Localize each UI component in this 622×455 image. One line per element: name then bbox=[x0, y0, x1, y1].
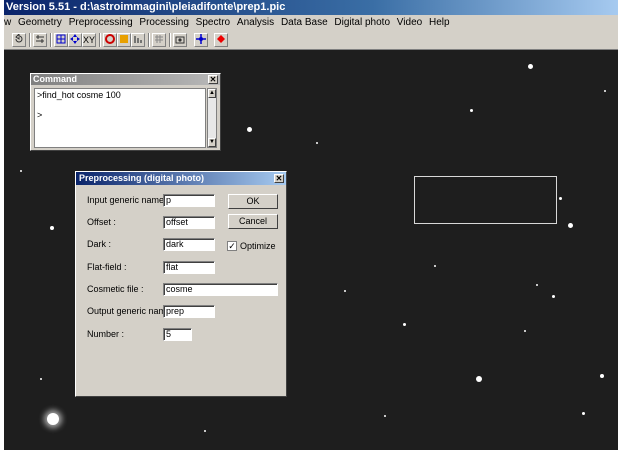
toolbar-separator bbox=[29, 33, 31, 47]
toolbar: XY bbox=[4, 30, 618, 50]
toolbar-separator bbox=[50, 33, 52, 47]
cosmetic-file-label: Cosmetic file : bbox=[87, 284, 144, 294]
star bbox=[247, 127, 252, 132]
menu-item-analysis[interactable]: Analysis bbox=[237, 15, 278, 30]
optimize-checkbox[interactable]: ✓ bbox=[227, 241, 237, 251]
command-window-titlebar[interactable]: Command ✕ bbox=[31, 74, 220, 85]
number-field[interactable]: 5 bbox=[163, 328, 192, 341]
star bbox=[384, 415, 386, 417]
menu-item-geometry[interactable]: Geometry bbox=[18, 15, 66, 30]
dialog-titlebar[interactable]: Preprocessing (digital photo) ✕ bbox=[76, 172, 286, 185]
star bbox=[470, 109, 473, 112]
menu-item-processing[interactable]: Processing bbox=[139, 15, 192, 30]
histogram-icon[interactable] bbox=[131, 33, 145, 47]
camera-icon[interactable] bbox=[173, 33, 187, 47]
menu-item-preprocessing[interactable]: Preprocessing bbox=[69, 15, 137, 30]
square-icon[interactable] bbox=[117, 33, 131, 47]
xy-icon[interactable]: XY bbox=[82, 33, 96, 47]
scroll-down-icon[interactable]: ▼ bbox=[208, 138, 216, 147]
output-generic-name-field[interactable]: prep bbox=[163, 305, 215, 318]
menu-item-digital-photo[interactable]: Digital photo bbox=[334, 15, 394, 30]
star bbox=[552, 295, 555, 298]
star bbox=[50, 226, 54, 230]
window-title: Version 5.51 - d:\astroimmagini\pleiadif… bbox=[4, 0, 618, 15]
offset-label: Offset : bbox=[87, 217, 116, 227]
crosshair-icon[interactable] bbox=[194, 33, 208, 47]
star bbox=[524, 330, 526, 332]
star bbox=[568, 223, 573, 228]
scroll-up-icon[interactable]: ▲ bbox=[208, 89, 216, 98]
undo-icon[interactable] bbox=[12, 32, 26, 47]
menu-item-database[interactable]: Data Base bbox=[281, 15, 332, 30]
cosmetic-file-field[interactable]: cosme bbox=[163, 283, 278, 296]
record-icon[interactable] bbox=[214, 33, 228, 47]
close-icon[interactable]: ✕ bbox=[274, 174, 284, 183]
levels-icon[interactable] bbox=[33, 33, 47, 47]
star bbox=[600, 374, 604, 378]
cancel-button[interactable]: Cancel bbox=[228, 214, 278, 229]
offset-field[interactable]: offset bbox=[163, 216, 215, 229]
star bbox=[344, 290, 346, 292]
star bbox=[476, 376, 482, 382]
star bbox=[204, 430, 206, 432]
toolbar-separator bbox=[148, 33, 150, 47]
dark-field[interactable]: dark bbox=[163, 238, 215, 251]
command-scrollbar[interactable]: ▲ ▼ bbox=[207, 88, 217, 148]
menu-item-w[interactable]: w bbox=[4, 15, 15, 30]
grid-icon[interactable] bbox=[152, 33, 166, 47]
star bbox=[604, 90, 606, 92]
star bbox=[434, 265, 436, 267]
menu-item-help[interactable]: Help bbox=[429, 15, 454, 30]
menu-item-spectro[interactable]: Spectro bbox=[196, 15, 234, 30]
menu-item-video[interactable]: Video bbox=[397, 15, 426, 30]
optimize-label: Optimize bbox=[240, 241, 276, 251]
star bbox=[403, 323, 406, 326]
close-icon[interactable]: ✕ bbox=[208, 75, 218, 84]
number-label: Number : bbox=[87, 329, 125, 339]
move-icon[interactable] bbox=[68, 33, 82, 47]
app-window: Version 5.51 - d:\astroimmagini\pleiadif… bbox=[4, 0, 618, 450]
crop-icon[interactable] bbox=[54, 33, 68, 47]
input-generic-name-label: Input generic name : bbox=[87, 195, 170, 205]
bright-star bbox=[47, 413, 59, 425]
color-icon[interactable] bbox=[103, 33, 117, 47]
star bbox=[536, 284, 538, 286]
menu-bar: w Geometry Preprocessing Processing Spec… bbox=[4, 15, 618, 30]
star bbox=[20, 170, 22, 172]
star bbox=[40, 378, 42, 380]
ok-button[interactable]: OK bbox=[228, 194, 278, 209]
flat-field-field[interactable]: flat bbox=[163, 261, 215, 274]
command-input[interactable]: >find_hot cosme 100 > bbox=[34, 88, 206, 148]
star bbox=[528, 64, 533, 69]
star bbox=[316, 142, 318, 144]
selection-rectangle[interactable] bbox=[414, 176, 557, 224]
toolbar-separator bbox=[99, 33, 101, 47]
star bbox=[582, 412, 585, 415]
command-window: Command ✕ >find_hot cosme 100 > ▲ ▼ bbox=[30, 73, 221, 151]
dialog-title: Preprocessing (digital photo) bbox=[79, 173, 205, 183]
toolbar-separator bbox=[169, 33, 171, 47]
flat-field-label: Flat-field : bbox=[87, 262, 127, 272]
command-window-title: Command bbox=[33, 74, 78, 84]
star bbox=[559, 197, 562, 200]
input-generic-name-field[interactable]: p bbox=[163, 194, 215, 207]
preprocessing-dialog: Preprocessing (digital photo) ✕ Input ge… bbox=[75, 171, 287, 397]
dark-label: Dark : bbox=[87, 239, 112, 249]
